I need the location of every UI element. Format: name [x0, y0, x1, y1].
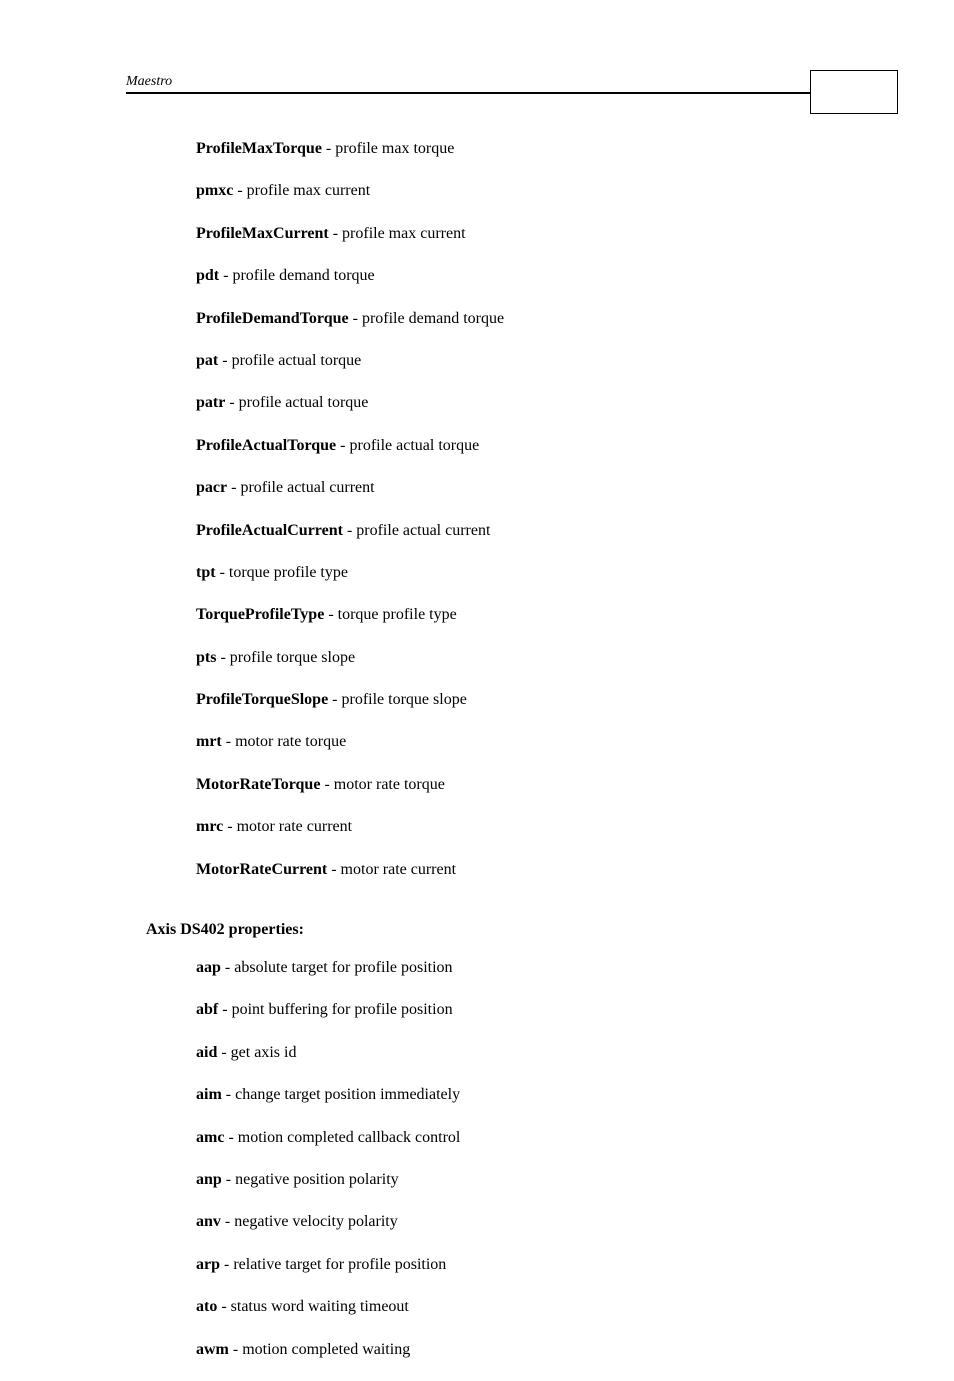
header-title: Maestro — [126, 74, 172, 89]
description: torque profile type — [229, 564, 348, 581]
list-item: tpt - torque profile type — [196, 562, 828, 584]
description: profile actual torque — [349, 437, 479, 454]
term: MotorRateCurrent — [196, 861, 327, 878]
description: profile demand torque — [232, 267, 374, 284]
list-item: anv - negative velocity polarity — [196, 1211, 828, 1233]
list-item: aim - change target position immediately — [196, 1084, 828, 1106]
term: ProfileActualCurrent — [196, 522, 343, 539]
term: ProfileActualTorque — [196, 437, 336, 454]
list-item: mrc - motor rate current — [196, 816, 828, 838]
list-item: aap - absolute target for profile positi… — [196, 957, 828, 979]
term: abf — [196, 1001, 218, 1018]
description: motion completed callback control — [238, 1129, 461, 1146]
description: point buffering for profile position — [232, 1001, 453, 1018]
description: motor rate current — [341, 861, 457, 878]
list-item: patr - profile actual torque — [196, 392, 828, 414]
description: negative position polarity — [235, 1171, 399, 1188]
description: profile max current — [342, 225, 466, 242]
page-content: ProfileMaxTorque - profile max torque pm… — [126, 138, 828, 1381]
term: pacr — [196, 479, 227, 496]
section-title: Axis DS402 properties: — [126, 921, 828, 939]
term: aid — [196, 1044, 217, 1061]
list-item: ProfileActualCurrent - profile actual cu… — [196, 520, 828, 542]
term: aim — [196, 1086, 222, 1103]
description: profile actual torque — [232, 352, 362, 369]
list-item: pdt - profile demand torque — [196, 265, 828, 287]
header-page-box — [810, 70, 898, 114]
description: change target position immediately — [235, 1086, 460, 1103]
description: motor rate current — [237, 818, 353, 835]
description: profile actual torque — [239, 394, 369, 411]
term: mrt — [196, 733, 222, 750]
term: MotorRateTorque — [196, 776, 320, 793]
list-item: ProfileMaxCurrent - profile max current — [196, 223, 828, 245]
term: ato — [196, 1298, 217, 1315]
description: profile max current — [247, 182, 371, 199]
definition-list-top: ProfileMaxTorque - profile max torque pm… — [126, 138, 828, 881]
term: patr — [196, 394, 225, 411]
term: mrc — [196, 818, 223, 835]
term: ProfileDemandTorque — [196, 310, 349, 327]
list-item: TorqueProfileType - torque profile type — [196, 604, 828, 626]
description: profile actual current — [240, 479, 374, 496]
term: pts — [196, 649, 216, 666]
list-item: MotorRateTorque - motor rate torque — [196, 774, 828, 796]
definition-list-bottom: aap - absolute target for profile positi… — [126, 957, 828, 1361]
list-item: ProfileMaxTorque - profile max torque — [196, 138, 828, 160]
term: arp — [196, 1256, 220, 1273]
description: profile actual current — [356, 522, 490, 539]
term: ProfileMaxCurrent — [196, 225, 329, 242]
list-item: ProfileTorqueSlope - profile torque slop… — [196, 689, 828, 711]
list-item: abf - point buffering for profile positi… — [196, 999, 828, 1021]
term: tpt — [196, 564, 216, 581]
term: anv — [196, 1213, 221, 1230]
list-item: ProfileDemandTorque - profile demand tor… — [196, 308, 828, 330]
list-item: amc - motion completed callback control — [196, 1127, 828, 1149]
list-item: anp - negative position polarity — [196, 1169, 828, 1191]
description: get axis id — [231, 1044, 297, 1061]
term: awm — [196, 1341, 229, 1358]
description: motor rate torque — [334, 776, 445, 793]
list-item: pts - profile torque slope — [196, 647, 828, 669]
term: TorqueProfileType — [196, 606, 324, 623]
header-underline — [126, 92, 828, 94]
description: status word waiting timeout — [231, 1298, 409, 1315]
list-item: aid - get axis id — [196, 1042, 828, 1064]
term: pat — [196, 352, 218, 369]
list-item: pat - profile actual torque — [196, 350, 828, 372]
list-item: ato - status word waiting timeout — [196, 1296, 828, 1318]
list-item: pacr - profile actual current — [196, 477, 828, 499]
description: motion completed waiting — [242, 1341, 410, 1358]
term: pdt — [196, 267, 219, 284]
term: ProfileTorqueSlope — [196, 691, 328, 708]
description: negative velocity polarity — [234, 1213, 398, 1230]
term: ProfileMaxTorque — [196, 140, 322, 157]
description: profile max torque — [335, 140, 454, 157]
term: anp — [196, 1171, 222, 1188]
list-item: arp - relative target for profile positi… — [196, 1254, 828, 1276]
list-item: pmxc - profile max current — [196, 180, 828, 202]
description: profile torque slope — [230, 649, 355, 666]
description: profile torque slope — [342, 691, 467, 708]
list-item: awm - motion completed waiting — [196, 1339, 828, 1361]
description: absolute target for profile position — [234, 959, 452, 976]
list-item: ProfileActualTorque - profile actual tor… — [196, 435, 828, 457]
term: aap — [196, 959, 221, 976]
description: relative target for profile position — [233, 1256, 446, 1273]
term: amc — [196, 1129, 224, 1146]
description: torque profile type — [338, 606, 457, 623]
list-item: mrt - motor rate torque — [196, 731, 828, 753]
term: pmxc — [196, 182, 233, 199]
list-item: MotorRateCurrent - motor rate current — [196, 859, 828, 881]
description: motor rate torque — [235, 733, 346, 750]
description: profile demand torque — [362, 310, 504, 327]
